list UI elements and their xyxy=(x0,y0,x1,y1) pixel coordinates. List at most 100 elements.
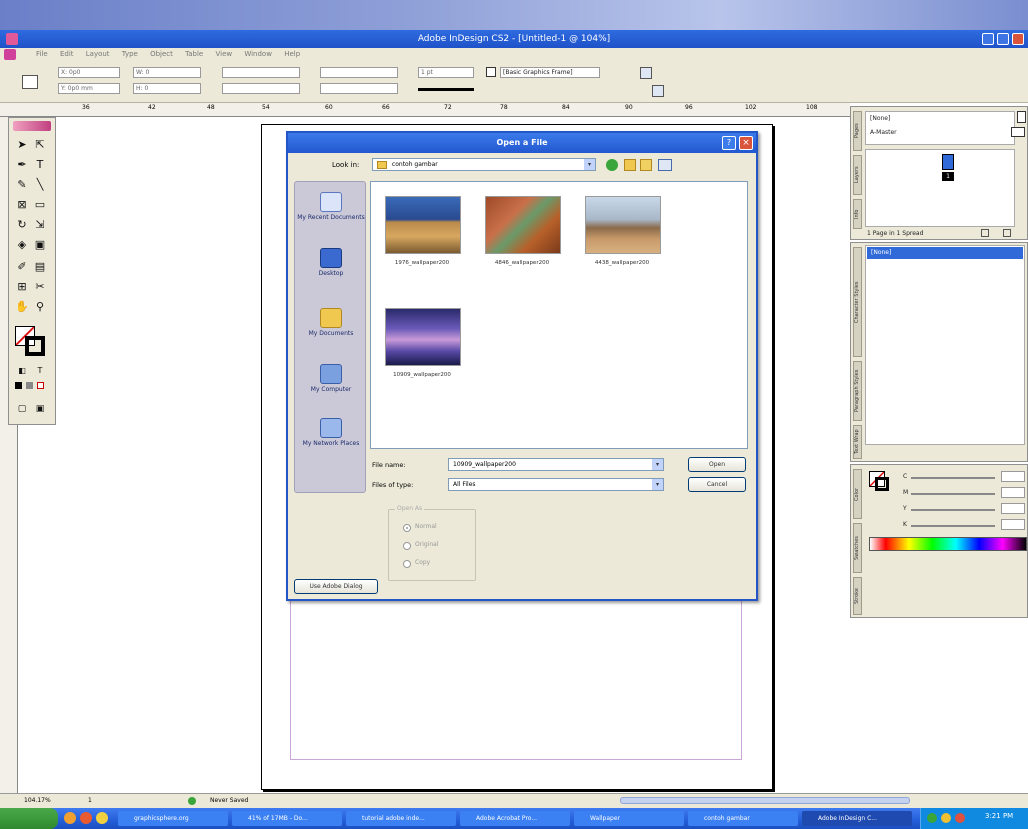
tab-info[interactable]: Info xyxy=(853,199,862,229)
character-style-none[interactable]: [None] xyxy=(867,247,1023,259)
chevron-down-icon[interactable]: ▾ xyxy=(652,479,663,490)
up-folder-icon[interactable] xyxy=(624,159,636,171)
task-item[interactable]: graphicsphere.org xyxy=(118,811,228,826)
firefox-icon[interactable] xyxy=(64,812,76,824)
help-icon[interactable]: ? xyxy=(722,136,736,150)
tab-character-styles[interactable]: Character Styles xyxy=(853,247,862,357)
back-icon[interactable] xyxy=(606,159,618,171)
k-value-field[interactable] xyxy=(1001,519,1025,530)
open-button[interactable]: Open xyxy=(688,457,746,472)
stroke-style-line[interactable] xyxy=(418,88,474,91)
start-button[interactable] xyxy=(0,808,58,829)
stroke-weight-field[interactable]: 1 pt xyxy=(418,67,474,78)
line-tool-icon[interactable]: ╲ xyxy=(33,178,47,192)
a-master-label[interactable]: A-Master xyxy=(870,129,897,136)
apply-gradient-icon[interactable] xyxy=(26,382,33,389)
button-tool-icon[interactable]: ⊞ xyxy=(15,280,29,294)
selection-tool-icon[interactable]: ➤ xyxy=(15,138,29,152)
look-in-select[interactable]: contoh gambar ▾ xyxy=(372,158,596,171)
normal-view-icon[interactable]: ▢ xyxy=(15,402,29,416)
task-item[interactable]: Adobe Acrobat Pro... xyxy=(460,811,570,826)
scale-y-field[interactable] xyxy=(222,83,300,94)
task-item-active[interactable]: Adobe InDesign C... xyxy=(802,811,912,826)
cancel-button[interactable]: Cancel xyxy=(688,477,746,492)
task-item[interactable]: 41% of 17MB - Do... xyxy=(232,811,342,826)
tray-volume-icon[interactable] xyxy=(941,813,951,823)
menu-file[interactable]: File xyxy=(36,50,48,58)
y-field[interactable]: Y: 0p0 mm xyxy=(58,83,120,94)
page-1-thumbnail[interactable] xyxy=(942,154,954,170)
task-item[interactable]: tutorial adobe inde... xyxy=(346,811,456,826)
y-value-field[interactable] xyxy=(1001,503,1025,514)
m-value-field[interactable] xyxy=(1001,487,1025,498)
rectangle-frame-tool-icon[interactable]: ⊠ xyxy=(15,198,29,212)
slider-m[interactable] xyxy=(911,493,995,495)
w-field[interactable]: W: 0 xyxy=(133,67,201,78)
preview-view-icon[interactable]: ▣ xyxy=(33,402,47,416)
delete-page-icon[interactable] xyxy=(1003,229,1011,237)
minimize-icon[interactable] xyxy=(982,33,994,45)
radio-copy[interactable] xyxy=(403,560,411,568)
frame-style-icon[interactable] xyxy=(486,67,496,77)
gradient-tool-icon[interactable]: ▣ xyxy=(33,238,47,252)
task-item[interactable]: Wallpaper xyxy=(574,811,684,826)
rotate-field[interactable] xyxy=(320,67,398,78)
dialog-close-icon[interactable]: × xyxy=(739,136,753,150)
x-field[interactable]: X: 0p0 xyxy=(58,67,120,78)
new-page-icon[interactable] xyxy=(981,229,989,237)
menu-table[interactable]: Table xyxy=(185,50,203,58)
file-name-caption[interactable]: 10909_wallpaper200 xyxy=(377,372,467,378)
color-spectrum[interactable] xyxy=(869,537,1027,551)
view-menu-icon[interactable] xyxy=(658,159,672,171)
menu-edit[interactable]: Edit xyxy=(60,50,74,58)
place-my-documents[interactable]: My Documents xyxy=(295,308,367,337)
media-player-icon[interactable] xyxy=(80,812,92,824)
type-tool-icon[interactable]: T xyxy=(33,158,47,172)
pen-tool-icon[interactable]: ✒ xyxy=(15,158,29,172)
scale-x-field[interactable] xyxy=(222,67,300,78)
radio-normal[interactable] xyxy=(403,524,411,532)
rectangle-tool-icon[interactable]: ▭ xyxy=(33,198,47,212)
apply-none-icon[interactable] xyxy=(37,382,44,389)
place-my-network-places[interactable]: My Network Places xyxy=(295,418,367,447)
shear-field[interactable] xyxy=(320,83,398,94)
file-thumbnail[interactable] xyxy=(385,308,461,366)
menu-help[interactable]: Help xyxy=(284,50,300,58)
free-transform-tool-icon[interactable]: ◈ xyxy=(15,238,29,252)
file-thumbnail[interactable] xyxy=(485,196,561,254)
h-field[interactable]: H: 0 xyxy=(133,83,201,94)
text-wrap-icon[interactable] xyxy=(640,67,652,79)
chat-icon[interactable] xyxy=(96,812,108,824)
color-stroke-icon[interactable] xyxy=(875,477,889,491)
file-name-caption[interactable]: 4438_wallpaper200 xyxy=(577,260,667,266)
eyedropper-tool-icon[interactable]: ✐ xyxy=(15,260,29,274)
page-number-field[interactable]: 1 xyxy=(88,794,92,808)
task-item[interactable]: contoh gambar xyxy=(688,811,798,826)
file-type-select[interactable]: All Files ▾ xyxy=(448,478,664,491)
maximize-icon[interactable] xyxy=(997,33,1009,45)
file-name-input[interactable]: 10909_wallpaper200 ▾ xyxy=(448,458,664,471)
object-style-field[interactable]: [Basic Graphics Frame] xyxy=(500,67,600,78)
tab-pages[interactable]: Pages xyxy=(853,111,862,151)
chevron-down-icon[interactable]: ▾ xyxy=(584,159,595,170)
tab-color[interactable]: Color xyxy=(853,469,862,519)
file-name-caption[interactable]: 4846_wallpaper200 xyxy=(477,260,567,266)
menu-layout[interactable]: Layout xyxy=(86,50,110,58)
scissors-tool-icon[interactable]: ✂ xyxy=(33,280,47,294)
zoom-tool-icon[interactable]: ⚲ xyxy=(33,300,47,314)
rotate-tool-icon[interactable]: ↻ xyxy=(15,218,29,232)
tab-text-wrap[interactable]: Text Wrap xyxy=(853,425,862,459)
fit-content-icon[interactable] xyxy=(652,85,664,97)
c-value-field[interactable] xyxy=(1001,471,1025,482)
none-master-label[interactable]: [None] xyxy=(870,115,890,122)
new-folder-icon[interactable] xyxy=(640,159,652,171)
note-tool-icon[interactable]: ▤ xyxy=(33,260,47,274)
menu-view[interactable]: View xyxy=(215,50,232,58)
radio-original[interactable] xyxy=(403,542,411,550)
apply-color-icon[interactable] xyxy=(15,382,22,389)
file-thumbnail[interactable] xyxy=(385,196,461,254)
hand-tool-icon[interactable]: ✋ xyxy=(15,300,29,314)
tab-swatches[interactable]: Swatches xyxy=(853,523,862,573)
formatting-text-icon[interactable]: T xyxy=(33,364,47,378)
use-adobe-dialog-button[interactable]: Use Adobe Dialog xyxy=(294,579,378,594)
